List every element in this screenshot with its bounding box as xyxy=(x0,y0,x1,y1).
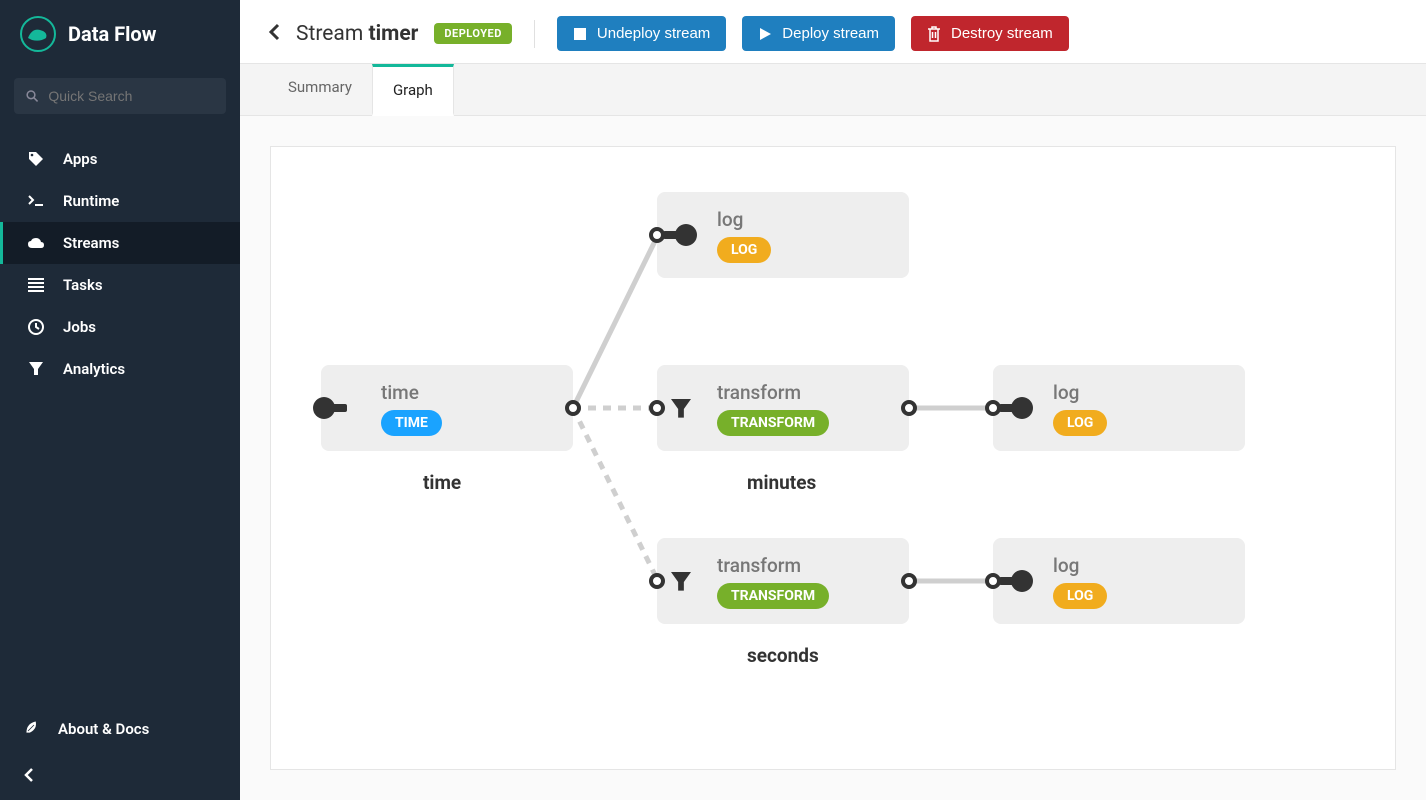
undeploy-button[interactable]: Undeploy stream xyxy=(557,16,726,51)
node-transform[interactable]: transform TRANSFORM xyxy=(657,538,909,624)
nav-runtime[interactable]: Runtime xyxy=(0,180,240,222)
app-name: Data Flow xyxy=(68,22,156,46)
terminal-icon xyxy=(27,195,45,207)
stream-label-seconds: seconds xyxy=(747,644,819,667)
nav-analytics[interactable]: Analytics xyxy=(0,348,240,390)
node-tag: TRANSFORM xyxy=(717,583,829,609)
node-tag: LOG xyxy=(1053,410,1107,436)
trash-icon xyxy=(927,26,941,42)
nav-label: About & Docs xyxy=(58,720,149,738)
destroy-button[interactable]: Destroy stream xyxy=(911,16,1069,51)
port-out[interactable] xyxy=(901,573,917,589)
port-out[interactable] xyxy=(565,400,581,416)
filter-icon xyxy=(27,362,45,376)
search-icon xyxy=(26,89,38,103)
logo: Data Flow xyxy=(0,0,240,68)
port-in[interactable] xyxy=(649,573,665,589)
search-input[interactable] xyxy=(48,88,214,104)
nav-streams[interactable]: Streams xyxy=(0,222,240,264)
play-icon xyxy=(758,27,772,41)
node-label: log xyxy=(1053,381,1245,404)
cloud-icon xyxy=(27,237,45,249)
back-button[interactable] xyxy=(268,23,280,45)
filter-icon xyxy=(671,572,691,592)
nav-label: Streams xyxy=(63,234,119,252)
node-tag: LOG xyxy=(1053,583,1107,609)
stream-label-minutes: minutes xyxy=(747,471,816,494)
search-box[interactable] xyxy=(14,78,226,114)
page-title: Stream timer xyxy=(296,22,418,46)
nav-label: Runtime xyxy=(63,192,119,210)
tab-summary[interactable]: Summary xyxy=(268,64,372,115)
status-badge: DEPLOYED xyxy=(434,23,512,44)
clock-icon xyxy=(27,319,45,335)
tab-graph[interactable]: Graph xyxy=(372,64,454,116)
chevron-left-icon xyxy=(24,768,34,782)
port-sink[interactable] xyxy=(1011,397,1033,419)
nav-label: Tasks xyxy=(63,276,103,294)
logo-icon xyxy=(20,16,56,52)
stop-icon xyxy=(573,27,587,41)
nav-label: Apps xyxy=(63,150,97,168)
port-sink[interactable] xyxy=(1011,570,1033,592)
tabs: Summary Graph xyxy=(240,64,1426,116)
graph-canvas[interactable]: time TIME time log LOG transform TRANSFO… xyxy=(270,146,1396,770)
sidebar: Data Flow Apps Runtime Streams Tasks xyxy=(0,0,240,800)
chevron-left-icon xyxy=(268,23,280,41)
deploy-button[interactable]: Deploy stream xyxy=(742,16,895,51)
node-tag: TRANSFORM xyxy=(717,410,829,436)
node-tag: LOG xyxy=(717,237,771,263)
port-in[interactable] xyxy=(313,397,335,419)
nav-tasks[interactable]: Tasks xyxy=(0,264,240,306)
collapse-sidebar[interactable] xyxy=(0,753,240,800)
filter-icon xyxy=(671,399,691,419)
node-label: transform xyxy=(717,554,909,577)
node-label: transform xyxy=(717,381,909,404)
node-tag: TIME xyxy=(381,410,442,436)
nav-jobs[interactable]: Jobs xyxy=(0,306,240,348)
node-log[interactable]: log LOG xyxy=(993,365,1245,451)
nav: Apps Runtime Streams Tasks Jobs Analytic… xyxy=(0,138,240,390)
node-log[interactable]: log LOG xyxy=(993,538,1245,624)
port-in[interactable] xyxy=(649,400,665,416)
tag-icon xyxy=(27,151,45,167)
nav-label: Jobs xyxy=(63,318,96,336)
port-out[interactable] xyxy=(901,400,917,416)
node-time[interactable]: time TIME xyxy=(321,365,573,451)
divider xyxy=(534,20,535,48)
node-transform[interactable]: transform TRANSFORM xyxy=(657,365,909,451)
node-label: time xyxy=(381,381,573,404)
nav-about[interactable]: About & Docs xyxy=(0,705,240,753)
topbar: Stream timer DEPLOYED Undeploy stream De… xyxy=(240,0,1426,64)
leaf-icon xyxy=(24,719,40,739)
list-icon xyxy=(27,278,45,292)
main: Stream timer DEPLOYED Undeploy stream De… xyxy=(240,0,1426,800)
node-label: log xyxy=(717,208,909,231)
port-sink[interactable] xyxy=(675,224,697,246)
node-log[interactable]: log LOG xyxy=(657,192,909,278)
stream-label-time: time xyxy=(423,471,461,494)
node-label: log xyxy=(1053,554,1245,577)
nav-apps[interactable]: Apps xyxy=(0,138,240,180)
nav-label: Analytics xyxy=(63,360,125,378)
